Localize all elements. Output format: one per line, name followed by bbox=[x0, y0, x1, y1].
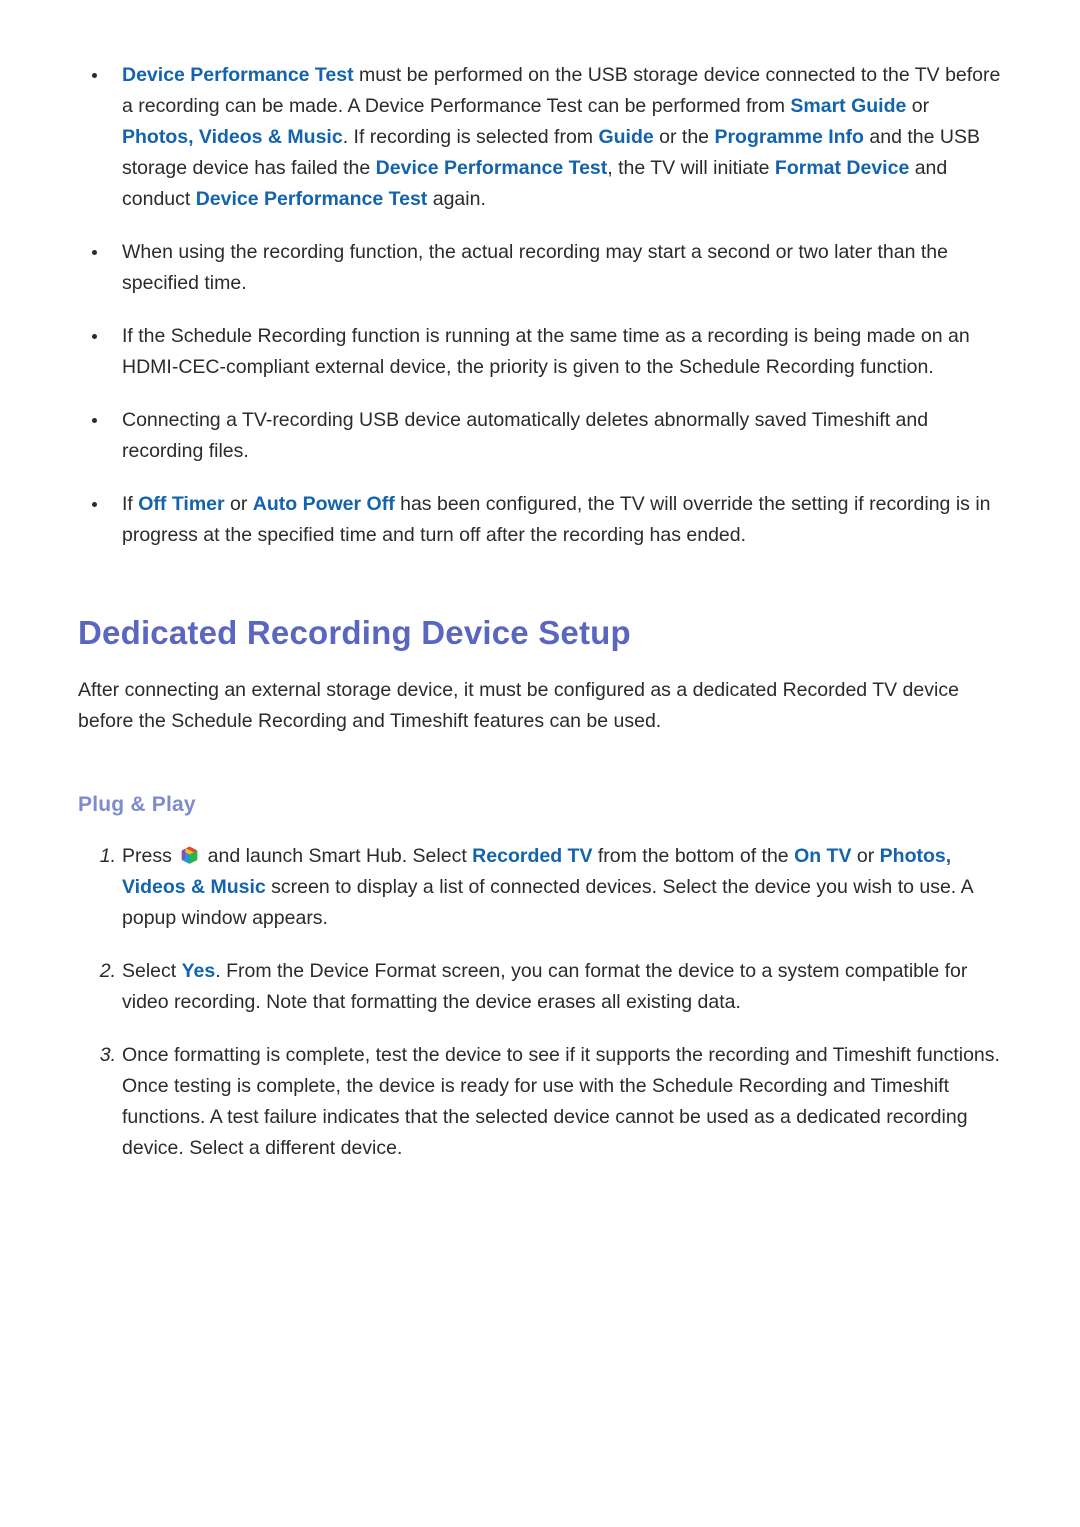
section-intro-paragraph: After connecting an external storage dev… bbox=[78, 679, 959, 732]
highlighted-term: Off Timer bbox=[138, 493, 225, 515]
step-text: Press and launch Smart Hub. Select Recor… bbox=[122, 845, 973, 929]
body-text: , the TV will initiate bbox=[607, 157, 775, 179]
highlighted-term: Device Performance Test bbox=[195, 188, 428, 210]
highlighted-term: Auto Power Off bbox=[252, 493, 395, 515]
body-text: and launch Smart Hub. Select bbox=[202, 845, 473, 867]
body-text: . If recording is selected from bbox=[342, 126, 599, 148]
body-text: or bbox=[906, 95, 930, 117]
notes-bullet-list: Device Performance Test must be performe… bbox=[78, 60, 1002, 551]
step-number-marker: 1. bbox=[99, 845, 116, 867]
highlighted-term: Device Performance Test bbox=[122, 64, 354, 86]
highlighted-term: Guide bbox=[598, 126, 654, 148]
highlighted-term: Format Device bbox=[774, 157, 910, 179]
plug-and-play-steps-list: 1. Press and launch Smart Hub. Select Rec… bbox=[78, 841, 1002, 1164]
subsection-heading-plug-and-play: Plug & Play bbox=[78, 793, 196, 816]
note-bullet-item: Connecting a TV-recording USB device aut… bbox=[78, 405, 1002, 467]
note-bullet-item: If the Schedule Recording function is ru… bbox=[78, 321, 1002, 383]
smart-hub-cube-icon bbox=[180, 845, 199, 865]
body-text: or bbox=[224, 493, 253, 515]
step-text: Once formatting is complete, test the de… bbox=[122, 1044, 1000, 1159]
note-bullet-item: If Off Timer or Auto Power Off has been … bbox=[78, 489, 1002, 551]
body-text: . From the Device Format screen, you can… bbox=[122, 960, 968, 1013]
note-bullet-item: When using the recording function, the a… bbox=[78, 237, 1002, 299]
body-text: Select bbox=[122, 960, 182, 982]
body-text: or bbox=[851, 845, 880, 867]
body-text: or the bbox=[653, 126, 715, 148]
page-section-heading: Dedicated Recording Device Setup bbox=[78, 614, 631, 651]
body-text: When using the recording function, the a… bbox=[122, 241, 948, 294]
step-number-marker: 2. bbox=[99, 960, 116, 982]
body-text: If bbox=[122, 493, 139, 515]
step-number-marker: 3. bbox=[99, 1044, 116, 1066]
body-text: Connecting a TV-recording USB device aut… bbox=[122, 409, 929, 462]
body-text: If the Schedule Recording function is ru… bbox=[122, 325, 970, 378]
numbered-step-item: 1. Press and launch Smart Hub. Select Rec… bbox=[78, 841, 1002, 934]
body-text: Press bbox=[122, 845, 178, 867]
manual-page: Device Performance Test must be performe… bbox=[0, 0, 1080, 1527]
body-text: again. bbox=[427, 188, 486, 210]
numbered-step-item: 2. Select Yes. From the Device Format scr… bbox=[78, 956, 1002, 1018]
note-bullet-item: Device Performance Test must be performe… bbox=[78, 60, 1002, 215]
highlighted-term: Recorded TV bbox=[472, 845, 593, 867]
highlighted-term: Photos, Videos & Music bbox=[122, 126, 343, 148]
highlighted-term: On TV bbox=[794, 845, 852, 867]
highlighted-term: Yes bbox=[181, 960, 216, 982]
highlighted-term: Smart Guide bbox=[790, 95, 907, 117]
highlighted-term: Programme Info bbox=[714, 126, 864, 148]
step-text: Select Yes. From the Device Format scree… bbox=[122, 960, 967, 1013]
highlighted-term: Device Performance Test bbox=[375, 157, 608, 179]
body-text: Once formatting is complete, test the de… bbox=[122, 1044, 1000, 1159]
body-text: from the bottom of the bbox=[592, 845, 795, 867]
numbered-step-item: 3. Once formatting is complete, test the … bbox=[78, 1040, 1002, 1164]
